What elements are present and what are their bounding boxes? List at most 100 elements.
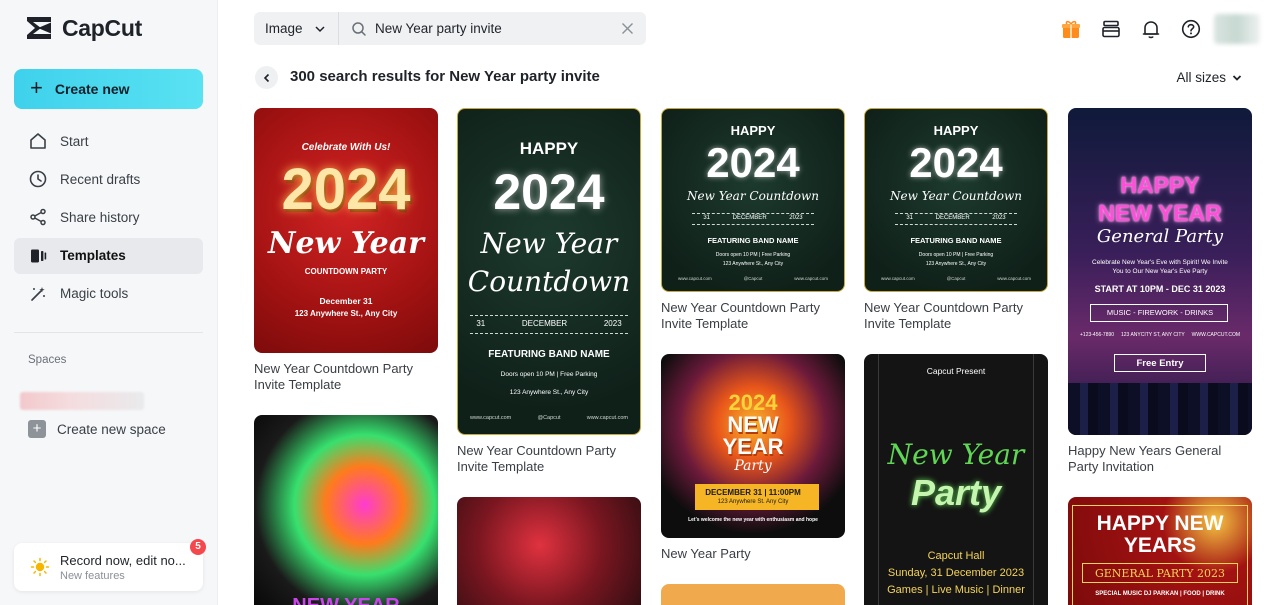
thumb-text: General Party	[1096, 226, 1224, 247]
sidebar-nav: Start Recent drafts Share history Templa…	[14, 123, 203, 314]
thumb-text: 2023	[603, 319, 622, 328]
sidebar-item-templates[interactable]: Templates	[14, 237, 203, 274]
sidebar-item-recent-drafts[interactable]: Recent drafts	[14, 161, 203, 197]
capcut-logo[interactable]: CapCut	[24, 14, 142, 42]
thumb-text: WWW.CAPCUT.COM	[1191, 332, 1240, 338]
thumb-text: NEW YEAR	[722, 412, 784, 459]
thumb-text: New Year	[480, 227, 618, 260]
capcut-logo-icon	[27, 17, 51, 39]
thumb-text: Party	[734, 458, 772, 474]
sidebar-divider	[14, 332, 203, 333]
thumb-text: HAPPY NEW	[1096, 512, 1224, 535]
thumb-text: Capcut Present	[926, 366, 986, 376]
sidebar-item-label: Recent drafts	[60, 171, 141, 187]
thumb-text: Party	[910, 472, 1002, 513]
thumb-text: 123 Anywhere St., Any City	[925, 261, 987, 267]
spaces-heading: Spaces	[28, 354, 67, 366]
sidebar-item-magic-tools[interactable]: Magic tools	[14, 276, 203, 312]
plus-icon: +	[28, 420, 46, 438]
template-card[interactable]: NEW YEAR	[254, 415, 438, 605]
search-type-select[interactable]: Image	[254, 12, 339, 45]
thumb-text: 2024	[706, 139, 800, 186]
template-card[interactable]	[457, 497, 641, 605]
thumb-text: START AT 10PM - DEC 31 2023	[1094, 284, 1226, 294]
thumb-text: New Year Countdown	[687, 189, 819, 203]
template-thumbnail: 2024 NEW YEAR Party DECEMBER 31 | 11:00P…	[661, 354, 845, 538]
size-filter-dropdown[interactable]: All sizes	[1176, 70, 1242, 85]
thumb-text: HAPPY	[933, 123, 979, 138]
template-card[interactable]: HAPPY 2024 New Year Countdown 31 DECEMBE…	[457, 108, 641, 475]
create-space-label: Create new space	[57, 421, 166, 437]
clear-search-icon[interactable]	[621, 22, 634, 35]
back-button[interactable]	[255, 66, 278, 89]
template-card[interactable]: HAPPY NEW YEARS GENERAL PARTY 2023 SPECI…	[1068, 497, 1252, 605]
template-card[interactable]: HAPPY 2024 New Year Countdown 31 DECEMBE…	[661, 108, 845, 332]
thumb-text: December 31	[319, 296, 373, 306]
avatar[interactable]	[1214, 14, 1260, 44]
thumb-text: FEATURING BAND NAME	[488, 349, 610, 360]
thumb-text: 31	[906, 215, 913, 221]
sidebar-item-label: Magic tools	[60, 286, 129, 302]
thumb-text: Celebrate New Year's Eve with Spirit! We…	[1092, 259, 1228, 275]
thumb-text: GENERAL PARTY 2023	[1094, 567, 1225, 580]
chevron-down-icon	[1232, 74, 1242, 81]
thumb-text: www.capcut.com	[997, 276, 1031, 281]
thumb-text: NEW YEAR	[254, 595, 438, 605]
thumb-text: 123 Anywhere St., Any City	[509, 389, 589, 396]
template-thumbnail: HAPPY 2024 New Year Countdown 31 DECEMBE…	[864, 108, 1048, 292]
template-card[interactable]: HAPPY 2024 New Year Countdown 31 DECEMBE…	[864, 108, 1048, 332]
thumb-text: NEW YEAR	[1098, 200, 1222, 226]
thumb-text: Let's welcome the new year with enthusia…	[688, 517, 818, 523]
thumb-text: Celebrate With Us!	[301, 142, 391, 153]
thumb-text: www.capcut.com	[794, 276, 828, 281]
help-icon[interactable]	[1180, 18, 1202, 40]
space-item-redacted[interactable]	[20, 392, 144, 410]
thumb-text: DECEMBER 31 | 11:00PM	[705, 488, 801, 497]
template-card[interactable]: 2024 NEW YEAR Party DECEMBER 31 | 11:00P…	[661, 354, 845, 562]
template-card[interactable]: HAPPY NEW YEAR General Party Celebrate N…	[1068, 108, 1252, 475]
template-thumbnail	[661, 584, 845, 605]
sidebar-item-start[interactable]: Start	[14, 123, 203, 159]
thumb-text: Free Entry	[1136, 358, 1184, 369]
template-title: New Year Countdown Party Invite Template	[254, 361, 413, 392]
thumb-text: Doors open 10 PM | Free Parking	[715, 252, 791, 258]
template-thumbnail: HAPPY 2024 New Year Countdown 31 DECEMBE…	[661, 108, 845, 292]
sidebar-item-share-history[interactable]: Share history	[14, 199, 203, 235]
thumb-text: 2024	[909, 139, 1003, 186]
gift-icon[interactable]	[1060, 18, 1082, 40]
thumb-text: YEARS	[1123, 534, 1197, 557]
create-new-label: Create new	[54, 81, 130, 97]
home-icon	[30, 133, 46, 149]
magic-wand-icon	[31, 286, 45, 301]
create-new-space-button[interactable]: + Create new space	[28, 420, 166, 438]
notification-badge: 5	[190, 539, 206, 555]
template-thumbnail: HAPPY 2024 New Year Countdown 31 DECEMBE…	[457, 108, 641, 435]
search-input[interactable]	[375, 21, 615, 36]
template-thumbnail: NEW YEAR	[254, 415, 438, 605]
thumb-text: Games | Live Music | Dinner	[887, 584, 1025, 596]
top-actions	[1060, 18, 1202, 40]
sidebar-item-label: Start	[60, 133, 89, 149]
template-card[interactable]: Capcut Present New Year Party Capcut Hal…	[864, 354, 1048, 605]
template-title: New Year Countdown Party Invite Template	[457, 443, 616, 474]
search-type-value: Image	[265, 21, 303, 36]
template-title: New Year Countdown Party Invite Template	[864, 300, 1023, 331]
thumb-text: 123 ANYCITY ST, ANY CITY	[1121, 332, 1185, 338]
sidebar-item-label: Templates	[60, 248, 126, 264]
thumb-text: HAPPY	[730, 123, 776, 138]
thumb-text: www.capcut.com	[586, 415, 628, 421]
thumb-text: 123 Anywhere St. Any City	[717, 499, 789, 505]
template-card[interactable]: Celebrate With Us! 2024 New Year COUNTDO…	[254, 108, 438, 393]
record-subtitle: New features	[60, 569, 125, 582]
record-now-card[interactable]: Record now, edit no... New features 5	[14, 539, 206, 591]
inbox-stack-icon[interactable]	[1100, 18, 1122, 40]
template-card[interactable]	[661, 584, 845, 605]
template-thumbnail: Capcut Present New Year Party Capcut Hal…	[864, 354, 1048, 605]
create-new-button[interactable]: + Create new	[14, 69, 203, 109]
thumb-text: 2024	[493, 164, 605, 220]
bell-icon[interactable]	[1140, 18, 1162, 40]
thumb-text: Sunday, 31 December 2023	[887, 567, 1025, 579]
thumb-text: SPECIAL MUSIC DJ PARKAN | FOOD | DRINK	[1095, 591, 1225, 597]
template-thumbnail: HAPPY NEW YEARS GENERAL PARTY 2023 SPECI…	[1068, 497, 1252, 605]
template-thumbnail: HAPPY NEW YEAR General Party Celebrate N…	[1068, 108, 1252, 435]
